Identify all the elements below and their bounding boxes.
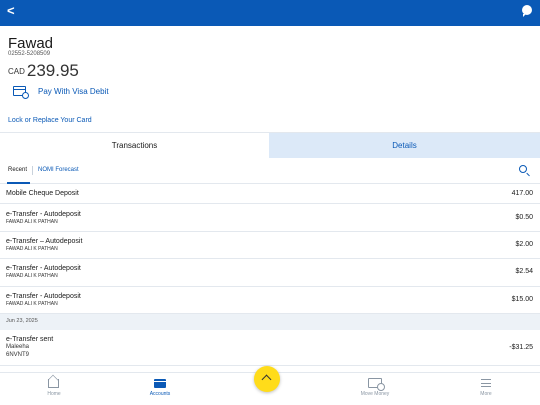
nav-home[interactable]: Home (0, 373, 108, 405)
pay-with-visa-debit-label: Pay With Visa Debit (38, 86, 109, 96)
transaction-row[interactable]: e-Transfer - Autodeposit FAWAD ALI K PAT… (0, 287, 540, 314)
nav-home-label: Home (47, 391, 61, 397)
account-name: Fawad (8, 35, 54, 52)
transaction-payee: Maleeha (6, 344, 30, 350)
transaction-payee: FAWAD ALI K PATHAN (6, 246, 58, 252)
transaction-payee: FAWAD ALI K PATHAN (6, 219, 58, 225)
top-bar: < (0, 0, 540, 26)
filter-divider (32, 166, 33, 175)
transaction-row[interactable]: e-Transfer – Autodeposit FAWAD ALI K PAT… (0, 232, 540, 259)
card-payment-icon (13, 86, 29, 99)
transaction-row[interactable]: e-Transfer - Autodeposit FAWAD ALI K PAT… (0, 259, 540, 287)
nav-accounts-label: Accounts (149, 391, 171, 397)
expand-actions-button[interactable] (254, 366, 280, 392)
transaction-amount: $0.50 (515, 214, 533, 221)
transaction-description: e-Transfer - Autodeposit (6, 265, 81, 272)
transaction-amount: $2.54 (515, 268, 533, 275)
nav-accounts[interactable]: Accounts (106, 373, 214, 405)
transaction-row[interactable]: e-Transfer sent Maleeha 6NVNT9 -$31.25 (0, 330, 540, 366)
balance-currency: CAD (8, 67, 25, 76)
transaction-filters: Recent NOMI Forecast (0, 158, 540, 184)
transaction-description: e-Transfer - Autodeposit (6, 211, 81, 218)
menu-icon (481, 379, 491, 387)
chat-icon[interactable] (522, 5, 532, 17)
transaction-reference: 6NVNT9 (6, 352, 30, 358)
date-header: Jun 23, 2025 (0, 314, 540, 330)
transaction-amount: -$31.25 (509, 344, 533, 351)
account-balance: CAD 239.95 (8, 61, 79, 81)
transaction-description: e-Transfer - Autodeposit (6, 293, 81, 300)
transaction-amount: 417.00 (511, 190, 533, 197)
lock-or-replace-card-link[interactable]: Lock or Replace Your Card (8, 117, 92, 124)
move-money-icon (368, 378, 385, 391)
transaction-amount: $15.00 (511, 296, 533, 303)
transaction-payee: FAWAD ALI K PATHAN (6, 273, 58, 279)
transaction-row[interactable]: Mobile Cheque Deposit 417.00 (0, 184, 540, 204)
nav-move-money[interactable]: Move Money (321, 373, 429, 405)
search-icon[interactable] (519, 165, 527, 173)
transaction-description: e-Transfer – Autodeposit (6, 238, 83, 245)
filter-nomi-forecast[interactable]: NOMI Forecast (38, 167, 79, 173)
tab-transactions[interactable]: Transactions (0, 133, 269, 158)
account-number: 02552-5208509 (8, 51, 51, 57)
pay-with-visa-debit-button[interactable]: Pay With Visa Debit (13, 84, 109, 99)
date-header-label: Jun 23, 2025 (6, 318, 38, 324)
transaction-amount: $2.00 (515, 241, 533, 248)
transaction-description: Mobile Cheque Deposit (6, 190, 79, 197)
nav-move-money-label: Move Money (360, 391, 390, 397)
transaction-payee: FAWAD ALI K PATHAN (6, 301, 58, 307)
transaction-description: e-Transfer sent (6, 336, 54, 343)
tab-details[interactable]: Details (269, 133, 540, 158)
transaction-row[interactable]: e-Transfer - Autodeposit FAWAD ALI K PAT… (0, 204, 540, 232)
filter-recent[interactable]: Recent (8, 167, 27, 173)
accounts-icon (154, 379, 166, 388)
nav-more-label: More (480, 391, 492, 397)
nav-more[interactable]: More (432, 373, 540, 405)
home-icon (48, 379, 59, 388)
tab-bar: Transactions Details (0, 132, 540, 158)
balance-amount: 239.95 (26, 61, 79, 80)
back-button[interactable]: < (7, 3, 15, 19)
